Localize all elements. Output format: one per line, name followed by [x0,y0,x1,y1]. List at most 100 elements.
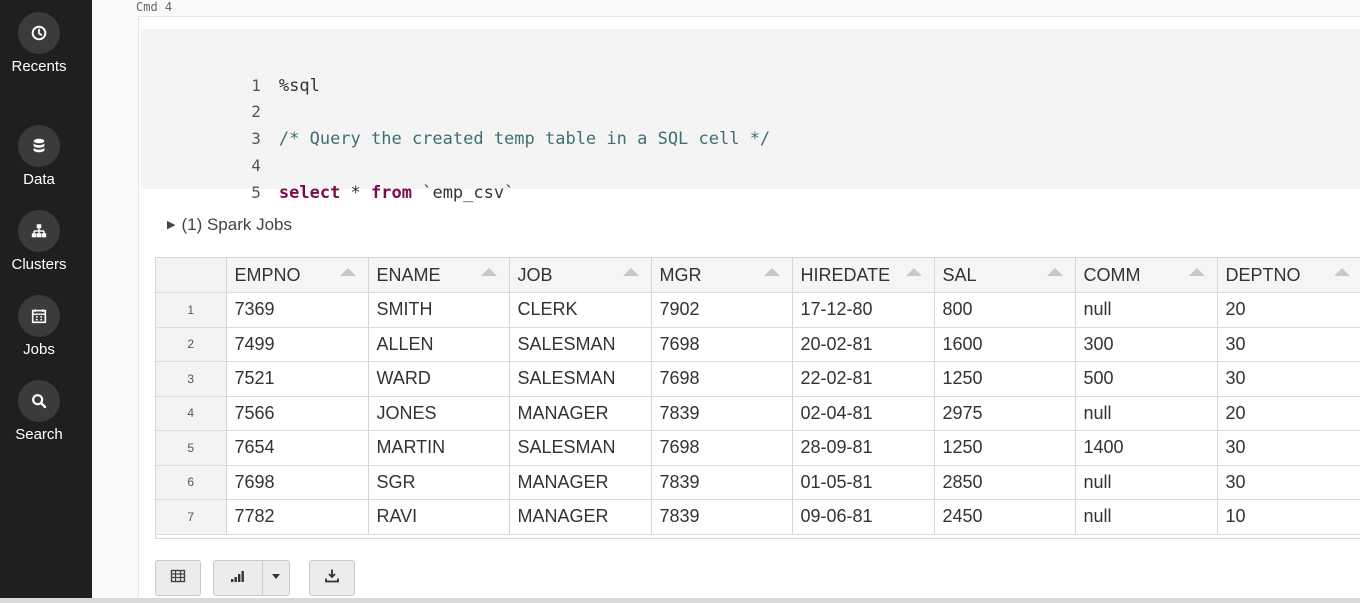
chevron-down-icon [268,568,284,589]
caret-right-icon: ▶ [167,219,176,231]
bottom-scrollbar[interactable] [0,598,1360,603]
code-text: select * from `emp_csv` [279,180,514,206]
table-cell: null [1075,292,1218,328]
table-cell: 7839 [651,499,793,535]
column-header-label: EMPNO [234,264,301,285]
table-cell: 7782 [226,499,369,535]
spark-jobs-toggle[interactable]: ▶ (1) Spark Jobs [167,215,292,235]
sidebar-item-label: Search [15,426,63,443]
sidebar-item-search[interactable]: Search [0,380,78,443]
sort-arrow-icon[interactable] [905,268,922,276]
row-number: 3 [156,361,227,397]
sidebar-item-label: Clusters [11,256,67,273]
row-number-header [156,258,227,293]
line-number: 5 [251,183,261,202]
table-cell: ALLEN [368,327,510,362]
column-header-job[interactable]: JOB [509,258,652,293]
column-header-label: COMM [1083,264,1141,285]
row-number: 4 [156,396,227,431]
code-text: %sql [278,76,320,96]
sort-arrow-icon[interactable] [339,268,356,276]
table-cell: 7521 [226,361,369,397]
column-header-sal[interactable]: SAL [934,258,1076,293]
table-cell: SGR [368,465,510,500]
chart-view-button[interactable] [213,560,263,596]
clock-icon [18,12,60,54]
code-comment: /* Query the created temp table in a SQL… [278,129,771,149]
table-cell: 2975 [934,396,1076,431]
column-header-mgr[interactable]: MGR [651,258,793,293]
table-row: 6 7698 SGR MANAGER 7839 01-05-81 2850 nu… [156,465,1360,500]
table-cell: 7698 [651,327,793,362]
table-cell: 22-02-81 [792,361,935,397]
table-cell: 2850 [934,465,1076,500]
table-cell: 20-02-81 [792,327,935,362]
sort-arrow-icon[interactable] [480,268,497,276]
notebook-main: Cmd 4 1 %sql 2 3/* Query the created temp… [92,0,1360,603]
row-number: 7 [156,499,227,535]
sidebar-item-label: Data [23,171,55,188]
chart-options-dropdown[interactable] [262,560,290,596]
table-cell: null [1075,499,1218,535]
table-cell: MANAGER [509,499,652,535]
table-cell: 1250 [934,361,1076,397]
database-icon [18,125,60,167]
row-number: 6 [156,465,227,500]
table-cell: MANAGER [509,465,652,500]
table-cell: 7698 [651,430,793,466]
sidebar: Recents Data Clusters Jobs Search [0,0,92,603]
table-cell: CLERK [509,292,652,328]
cmd-label: Cmd 4 [136,0,173,14]
row-number: 2 [156,327,227,362]
sidebar-item-jobs[interactable]: Jobs [0,295,78,358]
download-button[interactable] [309,560,355,596]
sidebar-item-recents[interactable]: Recents [0,12,78,75]
column-header-hiredate[interactable]: HIREDATE [792,258,935,293]
table-cell: 7369 [226,292,369,328]
table-cell: 20 [1217,396,1360,431]
code-line: 2 [141,73,279,121]
table-cell: 28-09-81 [792,430,935,466]
table-cell: 01-05-81 [792,465,935,500]
table-cell: SMITH [368,292,510,328]
table-cell: MARTIN [368,430,510,466]
row-number: 1 [156,292,227,328]
table-cell: 7566 [226,396,369,431]
table-cell: 7839 [651,465,793,500]
column-header-ename[interactable]: ENAME [368,258,510,293]
table-cell: 09-06-81 [792,499,935,535]
sort-arrow-icon[interactable] [763,268,780,276]
column-header-label: ENAME [376,264,441,285]
code-line: 1 %sql [141,47,320,96]
column-header-empno[interactable]: EMPNO [226,258,369,293]
column-header-comm[interactable]: COMM [1075,258,1218,293]
sort-arrow-icon[interactable] [622,268,639,276]
table-cell: 800 [934,292,1076,328]
table-cell: 30 [1217,430,1360,466]
table-cell: 30 [1217,465,1360,500]
table-row: 1 7369 SMITH CLERK 7902 17-12-80 800 nul… [156,292,1360,328]
table-cell: 7902 [651,292,793,328]
table-cell: JONES [368,396,510,431]
table-cell: WARD [368,361,510,397]
sidebar-item-clusters[interactable]: Clusters [0,210,78,273]
sort-arrow-icon[interactable] [1188,268,1205,276]
table-cell: 7698 [226,465,369,500]
sidebar-item-label: Jobs [23,341,55,358]
column-header-label: SAL [942,264,977,285]
table-cell: 300 [1075,327,1218,362]
sort-arrow-icon[interactable] [1046,268,1063,276]
table-cell: null [1075,396,1218,431]
code-editor[interactable]: 1 %sql 2 3/* Query the created temp table… [141,29,1360,203]
column-header-label: HIREDATE [800,264,891,285]
column-header-deptno[interactable]: DEPTNO [1217,258,1360,293]
sidebar-item-data[interactable]: Data [0,125,78,188]
table-row: 7 7782 RAVI MANAGER 7839 09-06-81 2450 n… [156,499,1360,535]
table-cell: 7499 [226,327,369,362]
sort-arrow-icon[interactable] [1333,268,1350,276]
table-row: 3 7521 WARD SALESMAN 7698 22-02-81 1250 … [156,361,1360,397]
code-text: * [340,183,372,203]
table-view-button[interactable] [155,560,201,596]
table-cell: 1600 [934,327,1076,362]
table-cell: 20 [1217,292,1360,328]
